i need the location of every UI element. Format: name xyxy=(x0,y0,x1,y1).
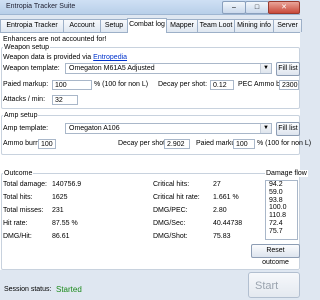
outcome-label-critical-hit-rate: Critical hit rate: xyxy=(153,194,200,201)
outcome-header: Outcome xyxy=(3,170,34,177)
outcome-value-total-hits: 1625 xyxy=(52,194,68,201)
weapon-decay-unit: PEC xyxy=(238,81,253,88)
tab-server[interactable]: Server xyxy=(273,19,302,32)
weapon-template-value: Omegaton M61A5 Adjusted xyxy=(69,65,155,72)
outcome-value-hit-rate: 87.55 % xyxy=(52,220,78,227)
list-item: 93.8 xyxy=(269,196,283,204)
tab-mining-info[interactable]: Mining info xyxy=(234,19,274,32)
outcome-value-dmg-shot: 75.83 xyxy=(213,233,231,240)
weapon-markup-hint: % (100 for non L) xyxy=(94,81,149,88)
amp-decay-label: Decay per shot: xyxy=(118,140,168,147)
weapon-fill-list-button[interactable]: Fill list xyxy=(276,62,300,76)
list-item: 59.0 xyxy=(269,188,283,196)
list-item: 75.7 xyxy=(269,227,283,235)
amp-template-select[interactable]: Omegaton A106 ▼ xyxy=(65,123,272,134)
outcome-value-total-misses: 231 xyxy=(52,207,64,214)
combat-log-panel: Enhancers are not accounted for! Weapon … xyxy=(0,32,311,270)
list-item: 72.4 xyxy=(269,219,283,227)
outcome-value-critical-hits: 27 xyxy=(213,181,221,188)
list-item: 94.2 xyxy=(269,181,283,188)
weapon-template-select[interactable]: Omegaton M61A5 Adjusted ▼ xyxy=(65,63,272,74)
outcome-label-dmg-pec: DMG/PEC: xyxy=(153,207,188,214)
status-bar: Session status: Started Start logging xyxy=(0,270,300,300)
outcome-value-critical-hit-rate: 1.661 % xyxy=(213,194,239,201)
outcome-value-total-damage: 140756.9 xyxy=(52,181,82,188)
weapon-markup-label: Paied markup: xyxy=(3,81,49,88)
title-bar: Entropia Tracker Suite – □ ✕ xyxy=(0,0,300,15)
outcome-value-dmg-pec: 2.80 xyxy=(213,207,227,214)
session-status-value: Started xyxy=(56,285,82,294)
maximize-button[interactable]: □ xyxy=(245,1,269,14)
chevron-down-icon: ▼ xyxy=(260,124,271,133)
damage-flow-label: Damage flow xyxy=(265,170,308,177)
amp-fill-list-button[interactable]: Fill list xyxy=(276,122,300,136)
amp-markup-hint: % (100 for non L) xyxy=(257,140,312,147)
amp-setup-group xyxy=(1,115,300,155)
weapon-template-label: Weapon template: xyxy=(3,65,60,72)
amp-ammo-burn-input[interactable]: 100 xyxy=(38,139,56,149)
reset-outcome-button[interactable]: Reset outcome xyxy=(251,244,300,266)
list-item: 100.0 xyxy=(269,204,287,212)
tab-mapper[interactable]: Mapper xyxy=(166,19,198,32)
weapon-decay-label: Decay per shot: xyxy=(158,81,208,88)
amp-template-label: Amp template: xyxy=(3,125,49,132)
attacks-per-min-label: Attacks / min: xyxy=(3,96,46,103)
amp-decay-input[interactable]: 2.902 xyxy=(164,139,190,149)
amp-template-value: Omegaton A106 xyxy=(69,125,120,132)
window-title: Entropia Tracker Suite xyxy=(6,3,76,10)
damage-flow-list[interactable]: 94.2 59.0 93.8 100.0 110.8 72.4 75.7 xyxy=(265,180,298,240)
minimize-button[interactable]: – xyxy=(222,1,246,14)
list-item: 110.8 xyxy=(269,212,286,220)
tab-account[interactable]: Account xyxy=(63,19,101,32)
amp-markup-input[interactable]: 100 xyxy=(233,139,255,149)
enhancer-warning: Enhancers are not accounted for! xyxy=(3,36,107,43)
outcome-label-dmg-sec: DMG/Sec: xyxy=(153,220,186,227)
outcome-value-dmg-sec: 40.44738 xyxy=(213,220,243,227)
start-logging-button[interactable]: Start logging xyxy=(248,272,300,298)
tab-entropia-tracker[interactable]: Entropia Tracker xyxy=(0,19,64,32)
weapon-decay-input[interactable]: 0.12 xyxy=(210,80,234,90)
outcome-value-dmg-hit: 86.61 xyxy=(52,233,70,240)
tab-combat-log[interactable]: Combat log xyxy=(127,18,167,33)
weapon-setup-header: Weapon setup xyxy=(3,44,51,51)
outcome-label-hit-rate: Hit rate: xyxy=(3,220,28,227)
outcome-label-critical-hits: Critical hits: xyxy=(153,181,190,188)
close-button[interactable]: ✕ xyxy=(268,1,300,14)
outcome-label-total-misses: Total misses: xyxy=(3,207,44,214)
outcome-label-dmg-hit: DMG/Hit: xyxy=(3,233,32,240)
weapon-provider-text: Weapon data is provided via Entropedia xyxy=(3,54,127,61)
tab-team-loot[interactable]: Team Loot xyxy=(197,19,235,32)
amp-ammo-burn-label: Ammo burn: xyxy=(3,140,42,147)
outcome-label-total-damage: Total damage: xyxy=(3,181,47,188)
session-status-label: Session status: xyxy=(4,286,52,293)
tab-setup[interactable]: Setup xyxy=(100,19,128,32)
chevron-down-icon: ▼ xyxy=(260,64,271,73)
outcome-label-total-hits: Total hits: xyxy=(3,194,33,201)
attacks-per-min-input[interactable]: 32 xyxy=(52,95,78,105)
amp-setup-header: Amp setup xyxy=(3,112,39,119)
weapon-ammo-burn-input[interactable]: 2300 xyxy=(279,80,299,90)
provider-text: Weapon data is provided via xyxy=(3,54,92,61)
weapon-markup-input[interactable]: 100 xyxy=(52,80,92,90)
outcome-label-dmg-shot: DMG/Shot: xyxy=(153,233,188,240)
entropedia-link[interactable]: Entropedia xyxy=(93,54,127,61)
